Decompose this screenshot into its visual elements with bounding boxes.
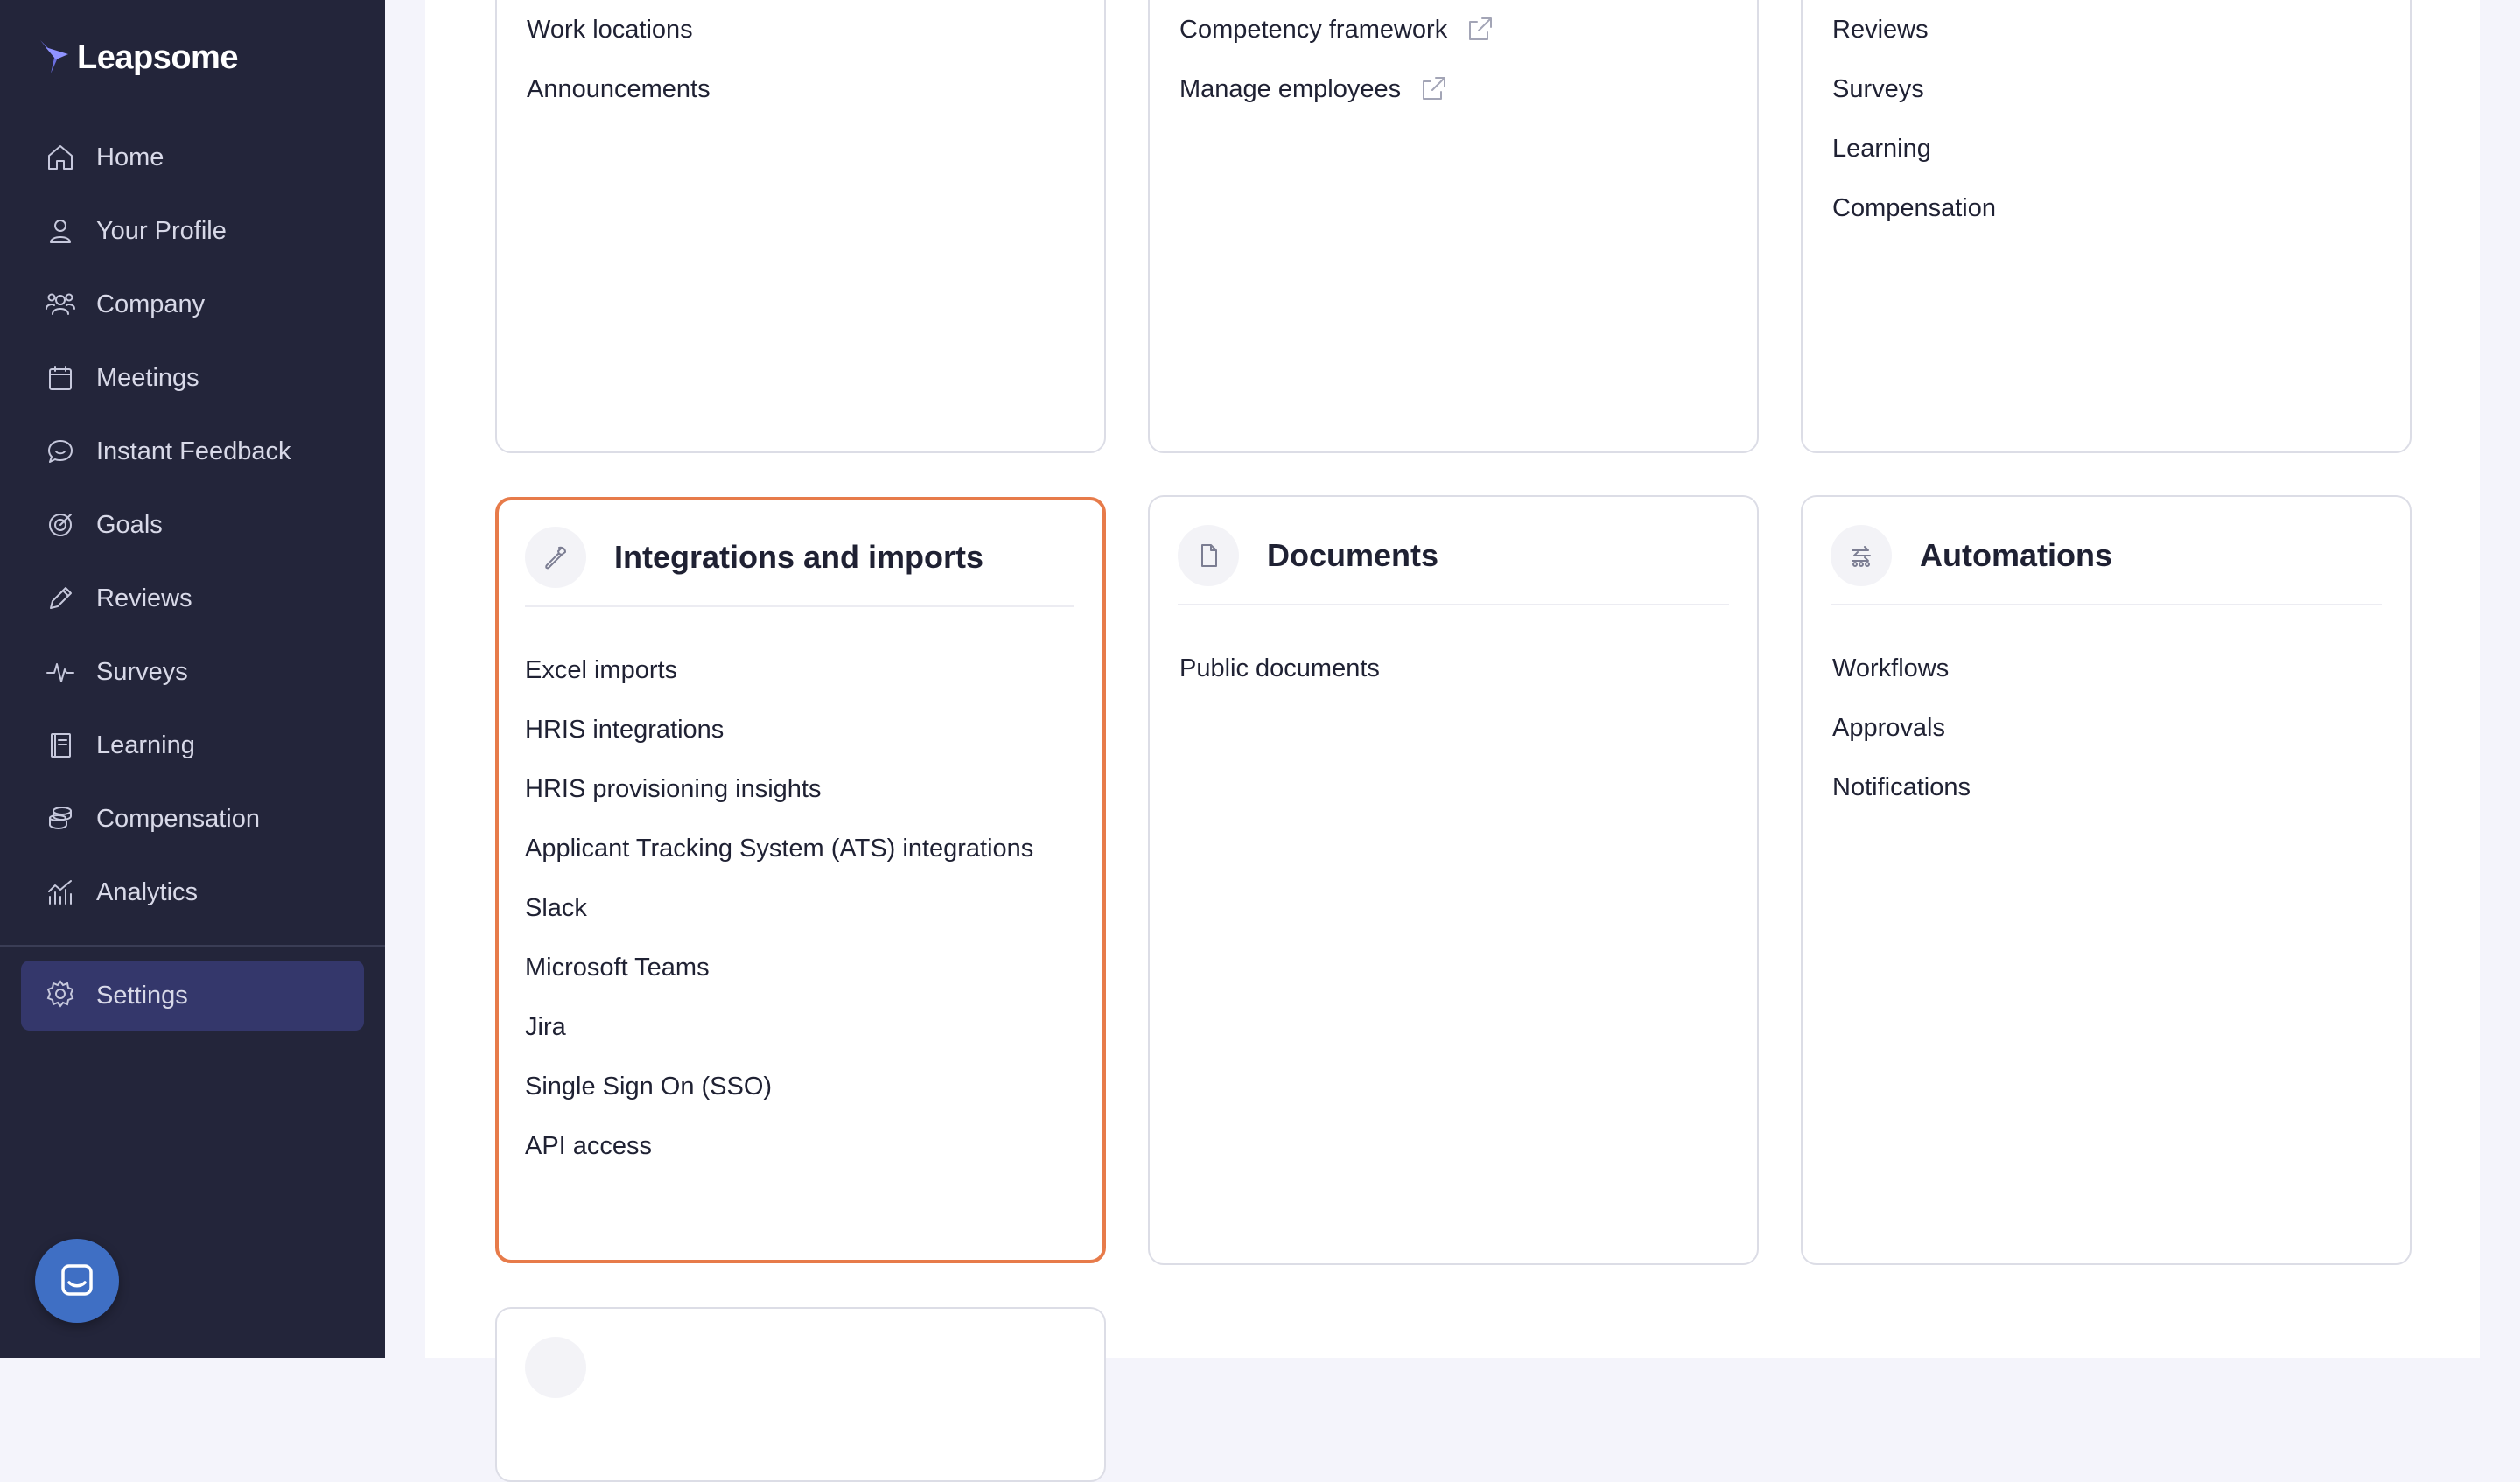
chat-icon (46, 437, 75, 466)
support-chat-button[interactable] (35, 1239, 119, 1323)
card-people-settings: Competency framework Manage employees (1148, 0, 1759, 453)
brand-name: Leapsome (77, 38, 238, 76)
automation-icon (1830, 525, 1892, 586)
target-icon (46, 510, 75, 540)
card-link-hris-integrations[interactable]: HRIS integrations (525, 700, 1076, 759)
nav-item-surveys[interactable]: Surveys (0, 635, 385, 709)
nav-item-analytics[interactable]: Analytics (0, 856, 385, 929)
leapsome-logo-icon (40, 40, 68, 73)
card-link-workflows[interactable]: Workflows (1832, 639, 2384, 698)
nav-item-label: Analytics (96, 877, 199, 906)
card-link-approvals[interactable]: Approvals (1832, 698, 2384, 758)
card-link-reviews[interactable]: Reviews (1832, 0, 2384, 59)
nav-item-instant-feedback[interactable]: Instant Feedback (0, 415, 385, 488)
nav-item-label: Meetings (96, 363, 200, 392)
nav-item-label: Company (96, 290, 206, 318)
card-link-ats-integrations[interactable]: Applicant Tracking System (ATS) integrat… (525, 819, 1076, 878)
card-link-sso[interactable]: Single Sign On (SSO) (525, 1057, 1076, 1116)
nav-item-label: Learning (96, 731, 195, 759)
card-link-announcements[interactable]: Announcements (527, 59, 1078, 119)
card-link-label: Competency framework (1180, 15, 1448, 44)
nav-item-settings[interactable]: Settings (21, 961, 364, 1031)
card-link-excel-imports[interactable]: Excel imports (525, 640, 1076, 700)
chat-bubble-icon (61, 1264, 93, 1296)
nav-item-label: Surveys (96, 657, 188, 686)
pulse-icon (46, 657, 75, 687)
card-link-notifications[interactable]: Notifications (1832, 758, 2384, 817)
nav-item-your-profile[interactable]: Your Profile (0, 194, 385, 268)
card-link-public-documents[interactable]: Public documents (1180, 639, 1731, 698)
card-title: Automations (1920, 537, 2112, 573)
card-automations: Automations Workflows Approvals Notifica… (1801, 495, 2412, 1265)
card-header (525, 1337, 1076, 1416)
nav-item-label: Your Profile (96, 216, 227, 245)
chart-icon (46, 877, 75, 907)
card-integrations-and-imports: Integrations and imports Excel imports H… (495, 497, 1106, 1263)
nav-item-home[interactable]: Home (0, 121, 385, 194)
home-icon (46, 143, 75, 172)
card-title: Integrations and imports (614, 539, 984, 575)
card-link-hris-provisioning-insights[interactable]: HRIS provisioning insights (525, 759, 1076, 819)
nav-item-reviews[interactable]: Reviews (0, 562, 385, 635)
pencil-icon (46, 584, 75, 613)
wrench-icon (525, 527, 586, 588)
card-documents: Documents Public documents (1148, 495, 1759, 1265)
card-link-jira[interactable]: Jira (525, 997, 1076, 1057)
card-link-slack[interactable]: Slack (525, 878, 1076, 938)
card-header: Documents (1178, 525, 1729, 605)
card-link-work-locations[interactable]: Work locations (527, 0, 1078, 59)
card-link-microsoft-teams[interactable]: Microsoft Teams (525, 938, 1076, 997)
nav-item-label: Instant Feedback (96, 437, 291, 465)
coins-icon (46, 804, 75, 834)
main-nav: Home Your Profile Company Meetings Insta… (0, 121, 385, 929)
sidebar: Leapsome Home Your Profile Company Meeti… (0, 0, 385, 1358)
card-partial-bottom (495, 1307, 1106, 1482)
nav-item-label: Goals (96, 510, 163, 539)
user-icon (46, 216, 75, 246)
nav-item-company[interactable]: Company (0, 268, 385, 341)
gear-icon (46, 979, 75, 1013)
logo[interactable]: Leapsome (38, 38, 238, 77)
nav-item-label: Settings (96, 981, 188, 1010)
nav-item-label: Reviews (96, 584, 192, 612)
card-link-manage-employees[interactable]: Manage employees (1180, 59, 1731, 119)
card-link-api-access[interactable]: API access (525, 1116, 1076, 1176)
document-icon (1178, 525, 1239, 586)
settings-main: Work locations Announcements Competency … (425, 0, 2480, 1482)
external-link-icon (1420, 74, 1450, 104)
card-header: Automations (1830, 525, 2382, 605)
card-link-label: Manage employees (1180, 74, 1402, 103)
card-title: Documents (1267, 537, 1439, 573)
nav-item-label: Home (96, 143, 164, 171)
users-icon (46, 290, 75, 319)
card-link-learning[interactable]: Learning (1832, 119, 2384, 178)
card-header: Integrations and imports (525, 527, 1074, 607)
nav-item-learning[interactable]: Learning (0, 709, 385, 782)
card-company-settings: Work locations Announcements (495, 0, 1106, 453)
nav-divider (0, 945, 385, 947)
card-module-settings: Reviews Surveys Learning Compensation (1801, 0, 2412, 453)
card-link-surveys[interactable]: Surveys (1832, 59, 2384, 119)
card-link-compensation[interactable]: Compensation (1832, 178, 2384, 238)
book-icon (46, 731, 75, 760)
card-link-competency-framework[interactable]: Competency framework (1180, 0, 1731, 59)
nav-item-meetings[interactable]: Meetings (0, 341, 385, 415)
nav-item-label: Compensation (96, 804, 260, 833)
card-icon (525, 1337, 586, 1398)
nav-item-goals[interactable]: Goals (0, 488, 385, 562)
calendar-icon (46, 363, 75, 393)
nav-item-compensation[interactable]: Compensation (0, 782, 385, 856)
external-link-icon (1466, 15, 1496, 45)
